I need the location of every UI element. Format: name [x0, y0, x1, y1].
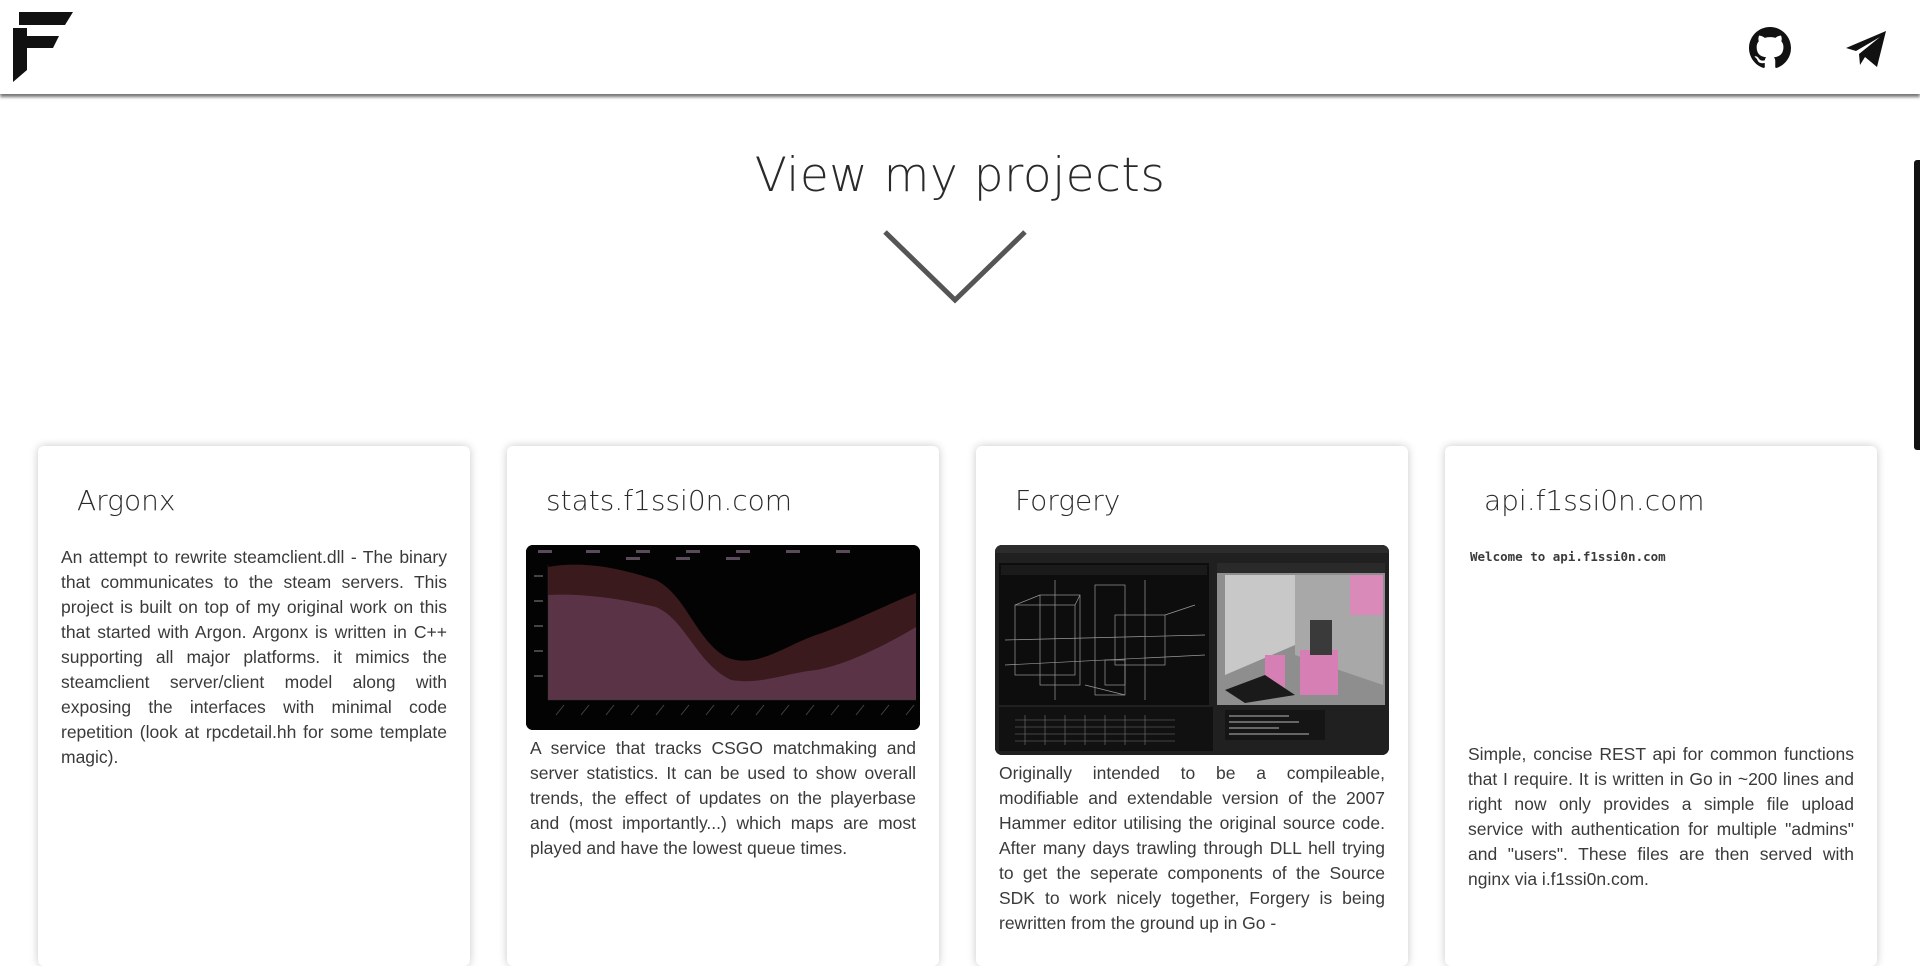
- project-card-stats[interactable]: stats.f1ssi0n.com A service that tracks …: [507, 446, 939, 966]
- project-description: A service that tracks CSGO matchmaking a…: [530, 738, 916, 858]
- project-card-api[interactable]: api.f1ssi0n.com Welcome to api.f1ssi0n.c…: [1445, 446, 1877, 966]
- forgery-editor-screenshot: [995, 545, 1389, 755]
- project-title: Argonx: [77, 484, 176, 517]
- stats-chart-screenshot: [526, 545, 920, 730]
- chevron-down-icon[interactable]: [881, 228, 1029, 308]
- github-icon: [1749, 27, 1791, 68]
- project-title: stats.f1ssi0n.com: [546, 484, 793, 517]
- site-header: [0, 0, 1920, 94]
- project-description: Originally intended to be a compileable,…: [999, 763, 1385, 933]
- project-title: Forgery: [1015, 484, 1121, 517]
- github-link[interactable]: [1749, 27, 1791, 69]
- f-logo-icon: [13, 12, 73, 82]
- page-title: View my projects: [754, 148, 1166, 203]
- telegram-icon: [1846, 31, 1886, 67]
- project-title: api.f1ssi0n.com: [1484, 484, 1705, 517]
- logo-link[interactable]: [13, 12, 73, 82]
- project-description: An attempt to rewrite steamclient.dll - …: [61, 547, 447, 767]
- scrollbar-thumb[interactable]: [1914, 160, 1920, 450]
- project-card-forgery[interactable]: Forgery Originally intended to be a comp…: [976, 446, 1408, 966]
- api-welcome-text: Welcome to api.f1ssi0n.com: [1470, 549, 1666, 564]
- project-card-argonx[interactable]: Argonx An attempt to rewrite steamclient…: [38, 446, 470, 966]
- telegram-link[interactable]: [1844, 29, 1888, 69]
- project-description: Simple, concise REST api for common func…: [1468, 744, 1854, 889]
